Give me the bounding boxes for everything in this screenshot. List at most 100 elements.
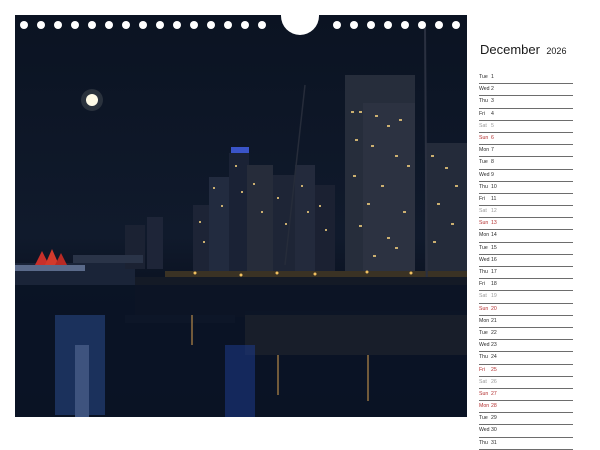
day-number: 11 (491, 195, 497, 202)
binding-hole (37, 21, 45, 29)
binding-hole (105, 21, 113, 29)
weekday-label: Thu (479, 269, 488, 275)
weekday-label: Fri (479, 195, 486, 202)
day-number: 10 (491, 183, 497, 190)
day-row: Sun 13 (479, 218, 573, 231)
weekday-label: Tue (479, 329, 488, 336)
binding-hole (435, 21, 443, 29)
day-number: 31 (491, 439, 497, 446)
day-row: Sat 19 (479, 291, 573, 304)
day-row: Wed9 (479, 170, 573, 182)
weekday-label: Sun (479, 390, 489, 397)
weekday-label: Wed (479, 342, 490, 349)
day-number: 19 (491, 293, 497, 300)
binding-hole (418, 21, 426, 29)
weekday-label: Sat (479, 378, 487, 385)
weekday-label: Thu (479, 439, 488, 446)
day-number: 26 (491, 378, 497, 385)
day-number: 6 (491, 134, 494, 141)
day-row: Tue 8 (479, 157, 573, 170)
weekday-label: Tue (479, 159, 488, 166)
day-row: Sun 27 (479, 389, 573, 402)
day-row: Mon 14 (479, 230, 573, 243)
binding-hole (401, 21, 409, 29)
day-row: Tue 1 (479, 72, 573, 85)
day-row: Tue 29 (479, 413, 573, 426)
year: 2026 (546, 46, 567, 56)
binding-hole (241, 21, 249, 29)
day-row: Sun 20 (479, 304, 573, 316)
day-row: Thu 24 (479, 352, 573, 365)
weekday-label: Sat (479, 208, 487, 215)
weekday-label: Tue (479, 415, 488, 422)
binding-hole (71, 21, 79, 29)
weekday-label: Sat (479, 293, 487, 300)
weekday-label: Fri (479, 281, 486, 288)
night-harbor-photo (15, 15, 467, 417)
day-number: 5 (491, 122, 494, 129)
day-row: Mon 21 (479, 316, 573, 328)
weekday-label: Sun (479, 305, 489, 312)
day-number: 16 (491, 256, 497, 263)
day-row: Sat 5 (479, 121, 573, 133)
day-number: 14 (491, 232, 497, 239)
day-row: Wed23 (479, 340, 573, 353)
weekday-label: Thu (479, 98, 488, 105)
day-number: 9 (491, 171, 494, 178)
binding-hole (367, 21, 375, 29)
binding-hole (156, 21, 164, 29)
binding-hole (190, 21, 198, 29)
binding-hole (122, 21, 130, 29)
calendar-panel: December 2026 Tue 1 Wed2 Thu 3 Fri 4 Sat 5 Sun 6 Mo… (467, 15, 585, 450)
day-row: Sun 6 (479, 133, 573, 146)
binding-hole (139, 21, 147, 29)
day-number: 25 (491, 366, 497, 373)
night-harbor-illustration (15, 24, 467, 417)
day-row: Thu 31 (479, 438, 573, 450)
binding-hole (20, 21, 28, 29)
day-number: 2 (491, 86, 494, 93)
weekday-label: Sun (479, 220, 489, 227)
day-list: Tue 1 Wed2 Thu 3 Fri 4 Sat 5 Sun 6 Mon 7 Tue 8 Wed9 Thu 1… (479, 72, 573, 450)
day-number: 23 (491, 342, 497, 349)
day-number: 20 (491, 305, 497, 312)
binding-hole (173, 21, 181, 29)
day-number: 3 (491, 98, 494, 105)
day-number: 29 (491, 415, 497, 422)
day-row: Tue 15 (479, 243, 573, 255)
weekday-label: Mon (479, 317, 490, 324)
weekday-label: Tue (479, 74, 488, 80)
weekday-label: Wed (479, 171, 490, 178)
day-row: Thu 17 (479, 267, 573, 280)
day-row: Thu 10 (479, 182, 573, 194)
weekday-label: Thu (479, 354, 488, 361)
day-number: 4 (491, 110, 494, 117)
weekday-label: Wed (479, 256, 490, 263)
day-row: Fri 25 (479, 365, 573, 377)
day-number: 17 (491, 269, 497, 275)
weekday-label: Tue (479, 244, 488, 251)
day-number: 8 (491, 159, 494, 166)
weekday-label: Wed (479, 427, 490, 434)
weekday-label: Fri (479, 366, 486, 373)
day-row: Mon 7 (479, 145, 573, 158)
day-row: Tue 22 (479, 328, 573, 341)
day-number: 21 (491, 317, 497, 324)
weekday-label: Wed (479, 86, 490, 93)
weekday-label: Sat (479, 122, 487, 129)
binding-hole (452, 21, 460, 29)
day-number: 1 (491, 74, 494, 80)
hanger-cutout (281, 15, 319, 35)
calendar-page: December 2026 Tue 1 Wed2 Thu 3 Fri 4 Sat 5 Sun 6 Mo… (0, 0, 600, 450)
weekday-label: Mon (479, 232, 490, 239)
day-number: 7 (491, 147, 494, 154)
binding-hole (258, 21, 266, 29)
day-number: 22 (491, 329, 497, 336)
day-row: Sat 26 (479, 377, 573, 389)
binding-hole (384, 21, 392, 29)
day-number: 13 (491, 220, 497, 227)
binding-hole (207, 21, 215, 29)
day-row: Wed16 (479, 255, 573, 267)
day-number: 12 (491, 208, 497, 215)
day-row: Thu 3 (479, 96, 573, 109)
